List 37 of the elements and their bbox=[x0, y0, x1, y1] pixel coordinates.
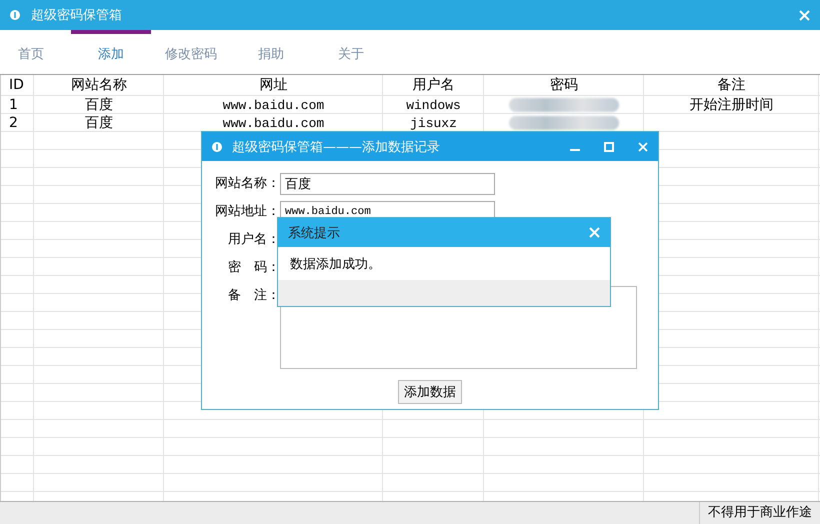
info-icon bbox=[212, 142, 222, 152]
table-cell-text: 百度 bbox=[84, 114, 114, 132]
input-field[interactable]: 百度 bbox=[280, 173, 495, 195]
column-header: 密码 bbox=[549, 76, 579, 95]
table-cell-text: www.baidu.com bbox=[222, 114, 326, 132]
tab[interactable]: 关于 bbox=[311, 30, 391, 74]
column-header: 备注 bbox=[716, 76, 746, 95]
table-cell-text: 2 bbox=[8, 114, 19, 132]
column-header: ID bbox=[8, 76, 25, 95]
add-data-button[interactable]: 添加数据 bbox=[398, 380, 462, 404]
tab[interactable]: 捐助 bbox=[231, 30, 311, 74]
table-cell-text: windows bbox=[405, 96, 462, 114]
tab[interactable]: 修改密码 bbox=[151, 30, 231, 74]
close-icon[interactable] bbox=[589, 227, 600, 238]
dialog-title: 超级密码保管箱———添加数据记录 bbox=[232, 138, 441, 156]
field-label: 备 注： bbox=[227, 287, 280, 305]
close-icon[interactable] bbox=[799, 10, 810, 20]
table-cell: 开始注册时间 bbox=[690, 96, 774, 114]
window-title: 超级密码保管箱 bbox=[31, 7, 122, 24]
column-header: 网站名称 bbox=[70, 76, 128, 95]
table-cell-text: 1 bbox=[8, 96, 19, 114]
info-icon bbox=[10, 10, 20, 20]
table-cell-text: jisuxz bbox=[409, 114, 458, 132]
field-label: 网站名称： bbox=[214, 175, 280, 193]
message-title: 系统提示 bbox=[288, 224, 340, 242]
field-label: 密 码： bbox=[227, 259, 280, 277]
column-header: 用户名 bbox=[412, 76, 456, 95]
status-text: 不得用于商业作途 bbox=[699, 502, 820, 524]
tab[interactable]: 首页 bbox=[0, 30, 71, 74]
table-cell-text: www.baidu.com bbox=[222, 96, 326, 114]
field-label: 用户名： bbox=[227, 231, 280, 249]
close-icon[interactable] bbox=[638, 142, 648, 152]
maximize-icon[interactable] bbox=[604, 142, 614, 152]
table-cell-text: 百度 bbox=[84, 96, 114, 114]
column-header: 网址 bbox=[258, 76, 288, 95]
field-label: 网站地址： bbox=[214, 203, 280, 221]
message-text: 数据添加成功。 bbox=[290, 256, 381, 272]
